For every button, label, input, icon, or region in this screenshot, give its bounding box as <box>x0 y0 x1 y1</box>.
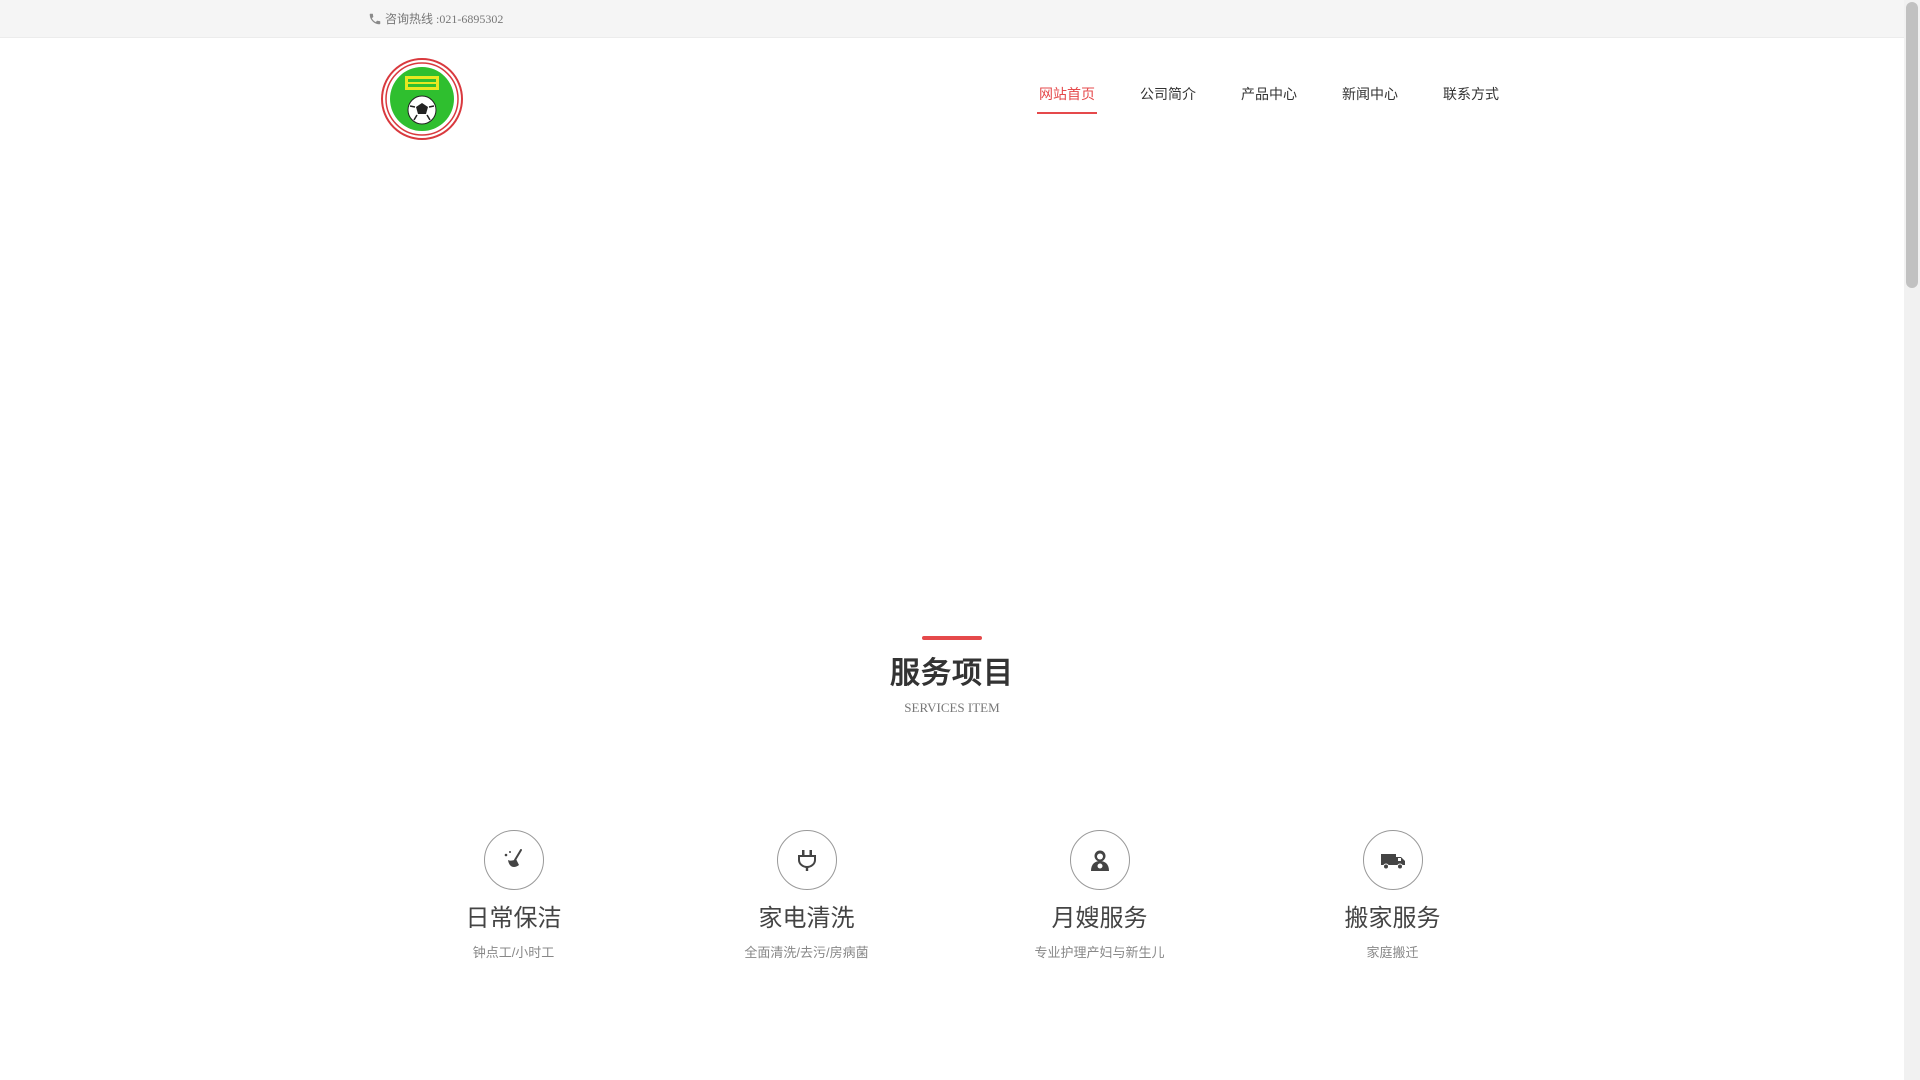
heading-accent-bar <box>922 636 982 640</box>
hotline: 咨询热线 :021-6895302 <box>368 10 503 27</box>
section-title: 服务项目 <box>890 657 1014 690</box>
nav-item-home[interactable]: 网站首页 <box>1037 84 1097 114</box>
service-item-appliance[interactable]: 家电清洗 全面清洗/去污/房病菌 <box>660 830 953 961</box>
service-item-moving[interactable]: 搬家服务 家庭搬迁 <box>1246 830 1539 961</box>
service-name: 月嫂服务 <box>1051 905 1148 932</box>
service-icon-wrap <box>776 830 837 890</box>
page: 咨询热线 :021-6895302 网站首页 公司简介 产品中心 新闻中心 联系… <box>0 0 1904 1080</box>
nav-item-about[interactable]: 公司简介 <box>1138 84 1198 114</box>
scrollbar-thumb[interactable] <box>1906 2 1918 288</box>
section-subtitle: SERVICES ITEM <box>904 700 1000 715</box>
service-desc: 钟点工/小时工 <box>472 945 555 960</box>
phone-icon <box>369 13 381 24</box>
page-scrollbar[interactable] <box>1904 0 1920 1080</box>
top-bar: 咨询热线 :021-6895302 <box>0 0 1904 38</box>
truck-icon <box>1380 854 1405 870</box>
main-nav: 网站首页 公司简介 产品中心 新闻中心 联系方式 <box>1037 84 1501 114</box>
nav-item-news[interactable]: 新闻中心 <box>1340 84 1400 114</box>
service-name: 搬家服务 <box>1344 905 1441 932</box>
nav-item-products[interactable]: 产品中心 <box>1239 84 1299 114</box>
service-name: 日常保洁 <box>465 905 562 932</box>
service-desc: 全面清洗/去污/房病菌 <box>744 945 869 960</box>
nav-item-contact[interactable]: 联系方式 <box>1441 84 1501 114</box>
service-icon-wrap <box>1362 830 1423 890</box>
broom-icon <box>504 849 522 868</box>
service-name: 家电清洗 <box>758 905 855 932</box>
nanny-icon <box>1090 850 1109 871</box>
service-desc: 专业护理产妇与新生儿 <box>1034 945 1165 960</box>
hotline-text: 咨询热线 :021-6895302 <box>385 12 504 26</box>
hero-banner <box>0 142 1904 612</box>
plug-icon <box>797 850 816 871</box>
service-icon-wrap <box>1069 830 1130 890</box>
services-heading: 服务项目 SERVICES ITEM <box>0 636 1904 716</box>
club-badge-logo[interactable] <box>381 58 463 140</box>
services-list: 日常保洁 钟点工/小时工 家电清洗 全面清洗/去污/房病菌 月嫂服务 专业护理产… <box>367 830 1539 961</box>
service-desc: 家庭搬迁 <box>1366 945 1419 960</box>
service-item-nanny[interactable]: 月嫂服务 专业护理产妇与新生儿 <box>953 830 1246 961</box>
service-item-cleaning[interactable]: 日常保洁 钟点工/小时工 <box>367 830 660 961</box>
service-icon-wrap <box>483 830 544 890</box>
